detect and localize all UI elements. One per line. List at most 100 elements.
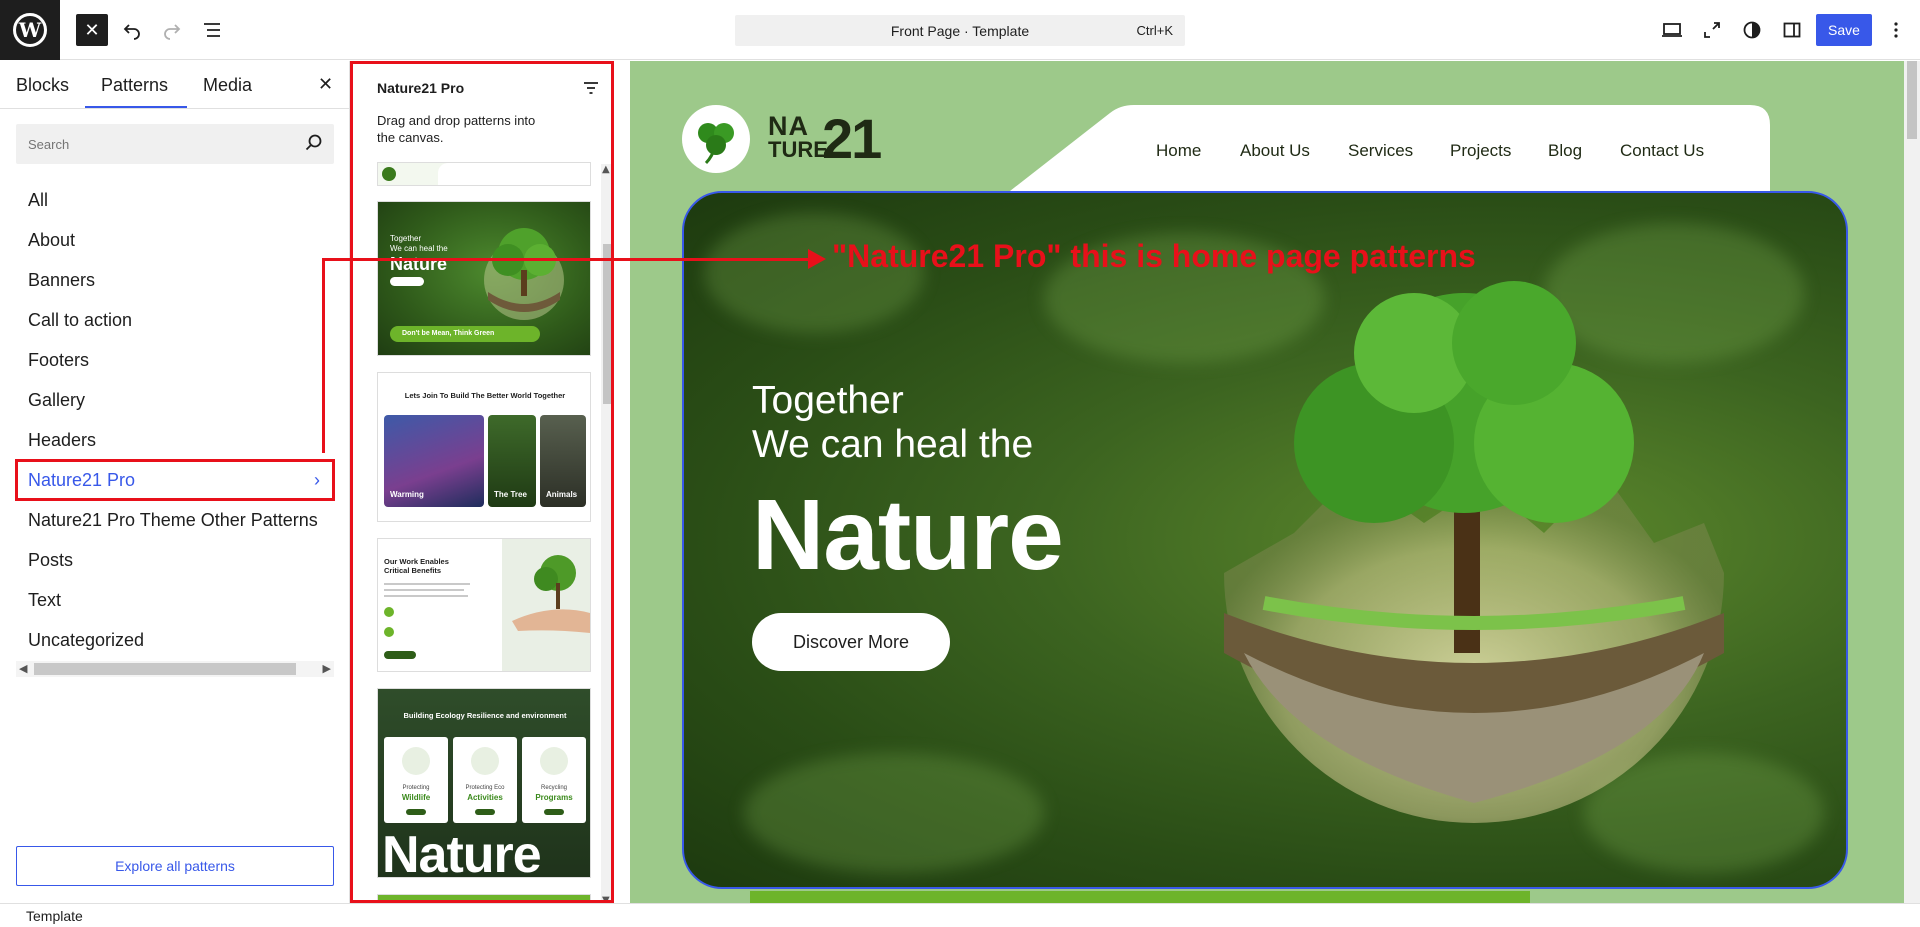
preview-ecology-card-wildlife: Protecting Wildlife: [384, 737, 448, 823]
text-line: [384, 583, 470, 585]
scrollbar-thumb[interactable]: [603, 244, 611, 404]
pattern-search: [16, 124, 334, 164]
tab-patterns[interactable]: Patterns: [101, 75, 168, 96]
block-inserter-sidebar: Blocks Patterns Media ✕ All About Banner…: [0, 61, 350, 903]
discover-more-button[interactable]: Discover More: [752, 613, 950, 671]
nav-blog[interactable]: Blog: [1548, 141, 1582, 161]
preview-benefits-button: [384, 651, 416, 659]
editor-toolbar: W ✕ Front Page · Template Ctrl+K Save: [0, 0, 1920, 60]
annotation-arrow-icon: [808, 249, 826, 269]
category-call-to-action[interactable]: Call to action: [16, 300, 334, 340]
command-palette-bar[interactable]: Front Page · Template Ctrl+K: [735, 15, 1185, 46]
category-nature21-pro[interactable]: Nature21 Pro ›: [15, 459, 335, 501]
site-header: NA TURE 21 Home About Us Services Projec…: [630, 61, 1904, 191]
tree-in-glass-sphere-image: [1224, 281, 1724, 823]
desktop-icon: [1662, 23, 1682, 37]
category-headers[interactable]: Headers: [16, 420, 334, 460]
next-section-band: [750, 891, 1530, 903]
explore-all-patterns-button[interactable]: Explore all patterns: [16, 846, 334, 886]
breadcrumb-template[interactable]: Template: [26, 908, 83, 924]
editor-canvas[interactable]: NA TURE 21 Home About Us Services Projec…: [630, 61, 1904, 903]
close-inserter-icon[interactable]: ✕: [318, 74, 333, 95]
save-button[interactable]: Save: [1816, 14, 1872, 46]
preview-join-image-tree: The Tree: [488, 415, 536, 507]
close-inserter-button[interactable]: ✕: [76, 14, 108, 46]
pattern-preview-next[interactable]: [377, 894, 591, 900]
bokeh-shape: [744, 753, 1044, 873]
scrollbar-thumb[interactable]: [34, 663, 296, 675]
category-horizontal-scrollbar[interactable]: ◀ ▶: [16, 661, 334, 677]
category-about[interactable]: About: [16, 220, 334, 260]
hero-cover-block[interactable]: Together We can heal the Nature Discover…: [682, 191, 1848, 889]
scroll-up-icon[interactable]: ▲: [602, 164, 610, 175]
document-overview-button[interactable]: [196, 14, 228, 46]
logo-na: NA: [768, 111, 809, 141]
category-gallery[interactable]: Gallery: [16, 380, 334, 420]
tree-globe-image: [484, 228, 564, 320]
settings-sidebar-button[interactable]: [1776, 14, 1808, 46]
search-input[interactable]: [16, 124, 296, 164]
pattern-preview-join[interactable]: Lets Join To Build The Better World Toge…: [377, 372, 591, 522]
clover-icon: [698, 123, 734, 165]
document-title: Front Page · Template: [890, 22, 1030, 39]
undo-icon: [123, 24, 140, 40]
scrollbar-thumb[interactable]: [1907, 61, 1917, 139]
category-footers[interactable]: Footers: [16, 340, 334, 380]
contrast-icon: [1743, 21, 1761, 39]
canvas-scrollbar[interactable]: [1904, 61, 1920, 903]
preview-ecology-card-programs: Recycling Programs: [522, 737, 586, 823]
preview-join-image-warming: Warming: [384, 415, 484, 507]
undo-button[interactable]: [116, 14, 148, 46]
search-icon[interactable]: [304, 133, 324, 153]
pattern-preview-header[interactable]: [377, 162, 591, 186]
text-line: [384, 589, 464, 591]
annotation-label: "Nature21 Pro" this is home page pattern…: [832, 238, 1476, 274]
view-external-button[interactable]: [1696, 14, 1728, 46]
preview-join-image-animals: Animals: [540, 415, 586, 507]
tab-blocks[interactable]: Blocks: [16, 75, 69, 96]
category-banners[interactable]: Banners: [16, 260, 334, 300]
pattern-list-panel: Nature21 Pro Drag and drop patterns into…: [350, 61, 614, 903]
list-view-icon: [204, 23, 220, 37]
options-menu-button[interactable]: [1880, 14, 1912, 46]
text-line: [384, 595, 468, 597]
preview-hero-bar: Don't be Mean, Think Green: [390, 326, 540, 342]
nav-home[interactable]: Home: [1156, 141, 1201, 161]
pattern-preview-benefits[interactable]: Our Work Enables Critical Benefits: [377, 538, 591, 672]
preview-benefits-heading: Our Work Enables Critical Benefits: [384, 557, 449, 575]
pattern-category-list: All About Banners Call to action Footers…: [15, 180, 335, 660]
scroll-down-icon[interactable]: ▼: [602, 895, 610, 900]
category-posts[interactable]: Posts: [16, 540, 334, 580]
category-uncategorized[interactable]: Uncategorized: [16, 620, 334, 660]
pattern-panel-title: Nature21 Pro: [377, 80, 465, 96]
nav-contact-us[interactable]: Contact Us: [1620, 141, 1704, 161]
styles-button[interactable]: [1736, 14, 1768, 46]
redo-button[interactable]: [156, 14, 188, 46]
nav-about-us[interactable]: About Us: [1240, 141, 1310, 161]
inserter-tabs: Blocks Patterns Media ✕: [0, 61, 350, 109]
nav-projects[interactable]: Projects: [1450, 141, 1511, 161]
site-logo-mark[interactable]: [682, 105, 750, 173]
tab-media[interactable]: Media: [203, 75, 252, 96]
tree-icon: [471, 747, 499, 775]
nav-services[interactable]: Services: [1348, 141, 1413, 161]
editor-footer: Template: [0, 903, 1920, 927]
category-text[interactable]: Text: [16, 580, 334, 620]
pattern-preview-ecology[interactable]: Building Ecology Resilience and environm…: [377, 688, 591, 878]
wordpress-logo-button[interactable]: W: [0, 0, 60, 60]
pattern-list-scrollbar[interactable]: ▲ ▼: [601, 164, 611, 900]
scroll-right-icon[interactable]: ▶: [323, 661, 331, 677]
category-nature21-pro-other[interactable]: Nature21 Pro Theme Other Patterns: [16, 500, 334, 540]
device-preview-button[interactable]: [1656, 14, 1688, 46]
pattern-panel-description: Drag and drop patterns into the canvas.: [377, 113, 536, 145]
annotation-connector-horizontal: [322, 258, 812, 261]
scroll-left-icon[interactable]: ◀: [19, 661, 27, 677]
category-label: Nature21 Pro: [28, 470, 136, 490]
annotation-connector-vertical: [322, 259, 325, 453]
logo-ture: TURE: [768, 137, 828, 162]
filter-icon[interactable]: [581, 78, 601, 98]
category-all[interactable]: All: [16, 180, 334, 220]
recycle-icon: [540, 747, 568, 775]
pattern-preview-hero[interactable]: Together We can heal the Nature Don't be…: [377, 201, 591, 356]
preview-join-heading: Lets Join To Build The Better World Toge…: [404, 391, 566, 400]
